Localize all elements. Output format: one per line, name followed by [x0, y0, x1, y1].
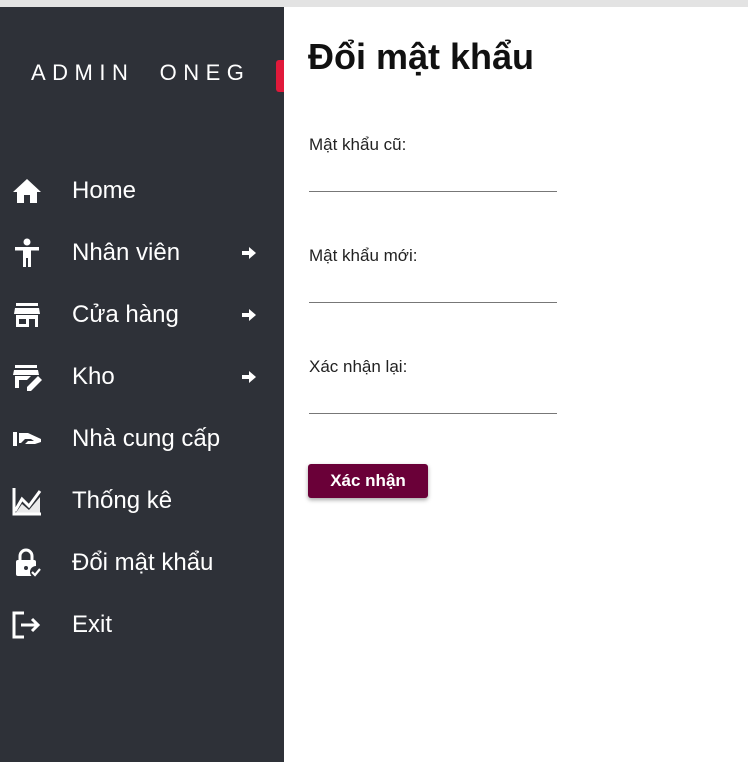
new-password-label: Mật khẩu mới: — [309, 246, 418, 265]
sidebar-item-label: Nhà cung cấp — [72, 425, 221, 452]
sidebar-item-label: Kho — [72, 363, 115, 390]
old-password-field[interactable] — [309, 165, 557, 192]
page-title: Đổi mật khẩu — [308, 36, 535, 77]
lock-check-icon — [11, 547, 43, 579]
home-icon — [11, 175, 43, 207]
confirm-password-field[interactable] — [309, 387, 557, 414]
sidebar-item-thong-ke[interactable]: Thống kê — [0, 479, 284, 523]
top-bar — [0, 0, 748, 7]
chart-icon — [11, 485, 43, 517]
arrow-right-icon — [240, 245, 258, 261]
sidebar-item-label: Nhân viên — [72, 239, 181, 266]
confirm-password-label: Xác nhận lại: — [309, 357, 408, 376]
sidebar-item-label: Exit — [72, 611, 113, 638]
sidebar-item-label: Cửa hàng — [72, 301, 179, 328]
arrow-right-icon — [240, 369, 258, 385]
store-icon — [11, 299, 43, 331]
submit-button[interactable]: Xác nhận — [308, 464, 428, 498]
supplier-hand-icon — [11, 423, 43, 455]
sidebar-item-cua-hang[interactable]: Cửa hàng — [0, 293, 284, 337]
sidebar: ADMIN ONEG Home Nhân viên Cửa hàng Kho N… — [0, 7, 284, 762]
sidebar-item-nhan-vien[interactable]: Nhân viên — [0, 231, 284, 275]
sidebar-item-home[interactable]: Home — [0, 169, 284, 213]
new-password-field[interactable] — [309, 276, 557, 303]
old-password-label: Mật khẩu cũ: — [309, 135, 407, 154]
brand-accent-bar — [276, 60, 284, 92]
sidebar-item-label: Home — [72, 177, 137, 204]
exit-icon — [11, 609, 43, 641]
sidebar-item-label: Thống kê — [72, 487, 173, 514]
sidebar-item-exit[interactable]: Exit — [0, 603, 284, 647]
sidebar-item-kho[interactable]: Kho — [0, 355, 284, 399]
brand-title: ADMIN ONEG — [31, 60, 251, 85]
warehouse-edit-icon — [11, 361, 43, 393]
sidebar-item-nha-cung-cap[interactable]: Nhà cung cấp — [0, 417, 284, 461]
arrow-right-icon — [240, 307, 258, 323]
change-password-panel: Đổi mật khẩu Mật khẩu cũ: Mật khẩu mới: … — [284, 7, 748, 762]
sidebar-item-label: Đổi mật khẩu — [72, 549, 214, 576]
sidebar-item-doi-mat-khau[interactable]: Đổi mật khẩu — [0, 541, 284, 585]
person-icon — [11, 237, 43, 269]
